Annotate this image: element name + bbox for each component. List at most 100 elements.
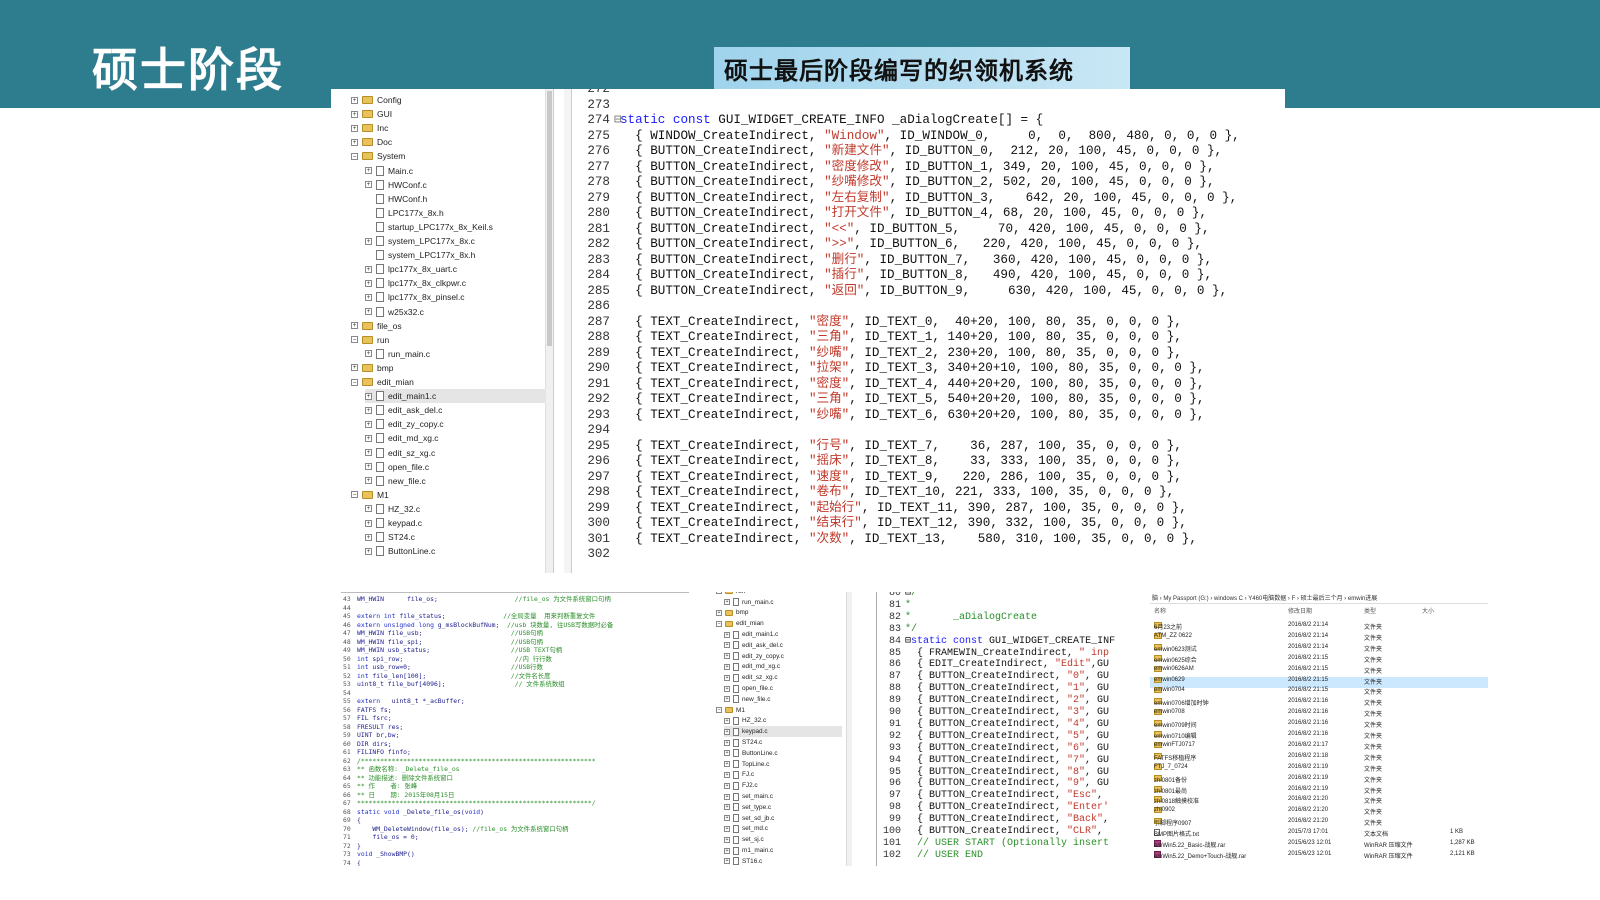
tree-item[interactable]: + edit_zy_copy.c — [724, 651, 842, 662]
tree-item[interactable]: + HZ_32.c — [365, 502, 546, 516]
file-row[interactable]: emwin0704 2016/8/2 21:15 文件夹 — [1150, 687, 1488, 698]
expand-icon[interactable]: + — [724, 653, 730, 660]
tree-item[interactable]: + open_file.c — [365, 460, 546, 474]
expand-icon[interactable]: + — [365, 350, 372, 358]
expand-icon[interactable]: + — [724, 739, 730, 746]
file-row[interactable]: FATFS移植程序 2016/8/2 21:18 文件夹 — [1150, 752, 1488, 764]
expand-icon[interactable]: + — [365, 293, 372, 301]
tree-item[interactable]: HWConf.h — [365, 192, 546, 206]
expand-icon[interactable]: + — [724, 728, 730, 735]
expand-icon[interactable]: + — [724, 696, 730, 703]
tree-item[interactable]: + lpc177x_8x_clkpwr.c — [365, 276, 546, 290]
expand-icon[interactable]: + — [365, 434, 372, 442]
collapse-icon[interactable]: − — [716, 592, 722, 595]
tree-item[interactable]: + set_type.c — [724, 802, 842, 813]
tree-item[interactable]: + system_LPC177x_8x.c — [365, 234, 546, 248]
file-row[interactable]: emwinFTJ0717 2016/8/2 21:17 文件夹 — [1150, 741, 1488, 753]
expand-icon[interactable]: + — [351, 124, 358, 132]
expand-icon[interactable]: + — [724, 771, 730, 778]
tree-item[interactable]: + edit_ask_del.c — [365, 403, 546, 417]
tree-item[interactable]: + m1_main.c — [724, 845, 842, 856]
expand-icon[interactable]: + — [365, 547, 372, 555]
expand-icon[interactable]: + — [724, 685, 730, 692]
tree-scrollbar[interactable] — [545, 89, 553, 573]
collapse-icon[interactable]: − — [351, 378, 358, 386]
tree-scrollbar-thumb[interactable] — [547, 91, 552, 346]
expand-icon[interactable]: + — [724, 793, 730, 800]
collapse-icon[interactable]: − — [351, 491, 358, 499]
file-row[interactable]: emwin0623测试 2016/8/2 21:14 文件夹 — [1150, 643, 1488, 655]
expand-icon[interactable]: + — [365, 449, 372, 456]
tree-item[interactable]: + FJ.c — [724, 770, 842, 781]
file-row[interactable]: FTJ_7_0724 2016/8/2 21:19 文件夹 — [1150, 763, 1488, 775]
tree-item[interactable]: − edit_mian — [351, 375, 546, 389]
tree-item[interactable]: + ST16.c — [724, 856, 842, 866]
expand-icon[interactable]: + — [351, 96, 358, 104]
file-row[interactable]: ATM_ZZ 0622 2016/8/2 21:14 文件夹 — [1150, 632, 1488, 644]
expand-icon[interactable]: + — [724, 663, 730, 670]
tree-item[interactable]: + set_md.c — [724, 824, 842, 835]
tree-item[interactable]: + ST24.c — [724, 737, 842, 748]
tree-item[interactable]: system_LPC177x_8x.h — [365, 248, 546, 262]
tree-item[interactable]: + Config — [351, 93, 546, 107]
tree-item[interactable]: − M1 — [351, 488, 546, 502]
tree-item[interactable]: − M1 — [716, 705, 842, 716]
file-row[interactable]: emwin0706增加时钟 2016/8/2 21:16 文件夹 — [1150, 698, 1488, 709]
file-row[interactable]: emwin0708 2016/8/2 21:16 文件夹 — [1150, 709, 1488, 720]
tree-item[interactable]: + TopLine.c — [724, 759, 842, 770]
tree-item[interactable]: + keypad.c — [365, 516, 546, 530]
tree-item[interactable]: + set_sj.c — [724, 834, 842, 845]
tree-item[interactable]: + Main.c — [365, 164, 546, 178]
collapse-icon[interactable]: − — [351, 336, 358, 344]
tree-item[interactable]: + FJ2.c — [724, 780, 842, 791]
tree-item[interactable]: + lpc177x_8x_uart.c — [365, 262, 546, 276]
col-type[interactable]: 类型 — [1364, 606, 1376, 615]
tree-item[interactable]: − edit_mian — [716, 618, 842, 629]
expand-icon[interactable]: + — [365, 237, 372, 245]
tree-item[interactable]: + edit_main1.c — [365, 389, 546, 404]
tree-item[interactable]: + set_main.c — [724, 791, 842, 802]
file-row[interactable]: BMP图片格式.txt 2015/7/3 17:01 文本文档 1 KB — [1150, 829, 1488, 840]
expand-icon[interactable]: + — [724, 815, 730, 822]
tree-item[interactable]: + HZ_32.c — [724, 716, 842, 727]
tree-item[interactable]: − System — [351, 149, 546, 163]
file-row[interactable]: emwin0625综合 2016/8/2 21:15 文件夹 — [1150, 654, 1488, 666]
tree-item[interactable]: + GUI — [351, 107, 546, 121]
expand-icon[interactable]: + — [365, 181, 372, 189]
expand-icon[interactable]: + — [365, 420, 372, 428]
tree-item[interactable]: + bmp — [351, 361, 546, 375]
expand-icon[interactable]: + — [724, 750, 730, 757]
tree-item[interactable]: + edit_sz_xg.c — [365, 446, 546, 460]
file-row[interactable]: 引脚程序0907 2016/8/2 21:20 文件夹 — [1150, 818, 1488, 829]
expand-icon[interactable]: + — [351, 322, 358, 330]
tree-item[interactable]: + Doc — [351, 135, 546, 149]
expand-icon[interactable]: + — [724, 858, 730, 865]
tree-item[interactable]: − run — [351, 333, 546, 347]
col-date[interactable]: 修改日期 — [1288, 606, 1312, 615]
tree-item[interactable]: + lpc177x_8x_pinsel.c — [365, 290, 546, 304]
expand-icon[interactable]: + — [724, 599, 730, 606]
explorer-breadcrumb[interactable]: 脑 › My Passport (G:) › windows C › Y460电… — [1150, 592, 1488, 604]
tree-item[interactable]: + set_sd_jb.c — [724, 813, 842, 824]
tree2-scrollbar[interactable] — [846, 592, 852, 866]
tree-item[interactable]: + run_main.c — [365, 347, 546, 361]
code-editor[interactable]: 272 273 274 ⊟static const GUI_WIDGET_CREATE… — [564, 89, 1285, 573]
expand-icon[interactable]: + — [365, 279, 372, 287]
tree-item[interactable]: + keypad.c — [724, 726, 842, 738]
tree-item[interactable]: LPC177x_8x.h — [365, 206, 546, 220]
tree-item[interactable]: + open_file.c — [724, 683, 842, 694]
tree-item[interactable]: + edit_main1.c — [724, 629, 842, 640]
expand-icon[interactable]: + — [724, 804, 730, 811]
expand-icon[interactable]: + — [365, 477, 372, 485]
tree-item[interactable]: + HWConf.c — [365, 178, 546, 192]
file-row[interactable]: zhi0818触摸校准 2016/8/2 21:20 文件夹 — [1150, 796, 1488, 807]
tree-item[interactable]: + Inc — [351, 121, 546, 135]
file-row[interactable]: emWin5.22_Basic-战舰.rar 2015/6/23 12:01 Win… — [1150, 840, 1488, 851]
expand-icon[interactable]: + — [724, 825, 730, 832]
collapse-icon[interactable]: − — [716, 620, 722, 627]
expand-icon[interactable]: + — [365, 505, 372, 513]
expand-icon[interactable]: + — [724, 642, 730, 649]
expand-icon[interactable]: + — [351, 364, 358, 372]
file-row[interactable]: emWin5.22_Demo+Touch-战舰.rar 2015/6/23 12:… — [1150, 850, 1488, 862]
tree-item[interactable]: + ButtonLine.c — [365, 544, 546, 558]
